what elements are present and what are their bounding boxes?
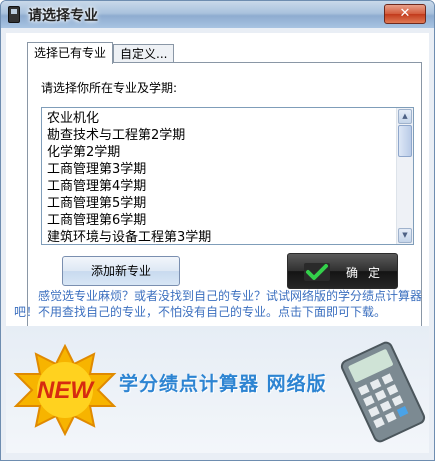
ok-button[interactable]: 确定 (287, 253, 398, 289)
client-area: 选择已有专业 自定义... 请选择你所在专业及学期: 农业机化 勘查技术与工程第2… (6, 33, 429, 453)
add-major-button[interactable]: 添加新专业 (62, 256, 180, 286)
promo-link-text[interactable]: 感觉选专业麻烦？或者没找到自己的专业？试试网络版的学分绩点计算器吧！不用查找自己… (14, 288, 424, 320)
list-item[interactable]: 工商管理第6学期 (44, 212, 395, 229)
tab-existing-major[interactable]: 选择已有专业 (27, 42, 114, 64)
list-item[interactable]: 工商管理第3学期 (44, 161, 395, 178)
close-button[interactable]: ✕ (384, 4, 426, 24)
banner-title: 学分绩点计算器 网络版 (119, 373, 327, 395)
list-item[interactable]: 工商管理第4学期 (44, 178, 395, 195)
window-title: 请选择专业 (28, 8, 98, 24)
new-badge-icon: NEW (13, 344, 117, 436)
list-item[interactable]: 工商管理第5学期 (44, 195, 395, 212)
app-phone-icon (8, 6, 20, 23)
ok-label: 确定 (346, 266, 391, 280)
check-icon (304, 263, 330, 281)
major-listbox[interactable]: 农业机化 勘查技术与工程第2学期 化学第2学期 工商管理第3学期 工商管理第4学期 工商管… (41, 107, 414, 245)
calculator-icon (340, 341, 426, 443)
list-item[interactable]: 建筑环境与设备工程第3学期 (44, 229, 395, 244)
scroll-up-icon[interactable]: ▲ (398, 109, 412, 124)
list-item[interactable]: 化学第2学期 (44, 144, 395, 161)
scroll-thumb[interactable] (398, 125, 412, 157)
scroll-down-icon[interactable]: ▼ (398, 228, 412, 243)
list-item[interactable]: 勘查技术与工程第2学期 (44, 127, 395, 144)
scrollbar[interactable]: ▲ ▼ (396, 108, 413, 244)
download-banner[interactable]: NEW 学分绩点计算器 网络版 (6, 326, 429, 453)
dialog-window: 请选择专业 ✕ 选择已有专业 自定义... 请选择你所在专业及学期: 农业机化勘… (0, 0, 435, 461)
list-item[interactable]: 农业机化 (44, 110, 395, 127)
select-prompt: 请选择你所在专业及学期: (41, 81, 178, 95)
svg-text:NEW: NEW (37, 377, 95, 404)
tab-custom[interactable]: 自定义... (113, 44, 175, 63)
title-bar[interactable]: 请选择专业 ✕ (1, 1, 434, 28)
list-items: 农业机化 勘查技术与工程第2学期 化学第2学期 工商管理第3学期 工商管理第4学期 工商管… (44, 110, 395, 244)
